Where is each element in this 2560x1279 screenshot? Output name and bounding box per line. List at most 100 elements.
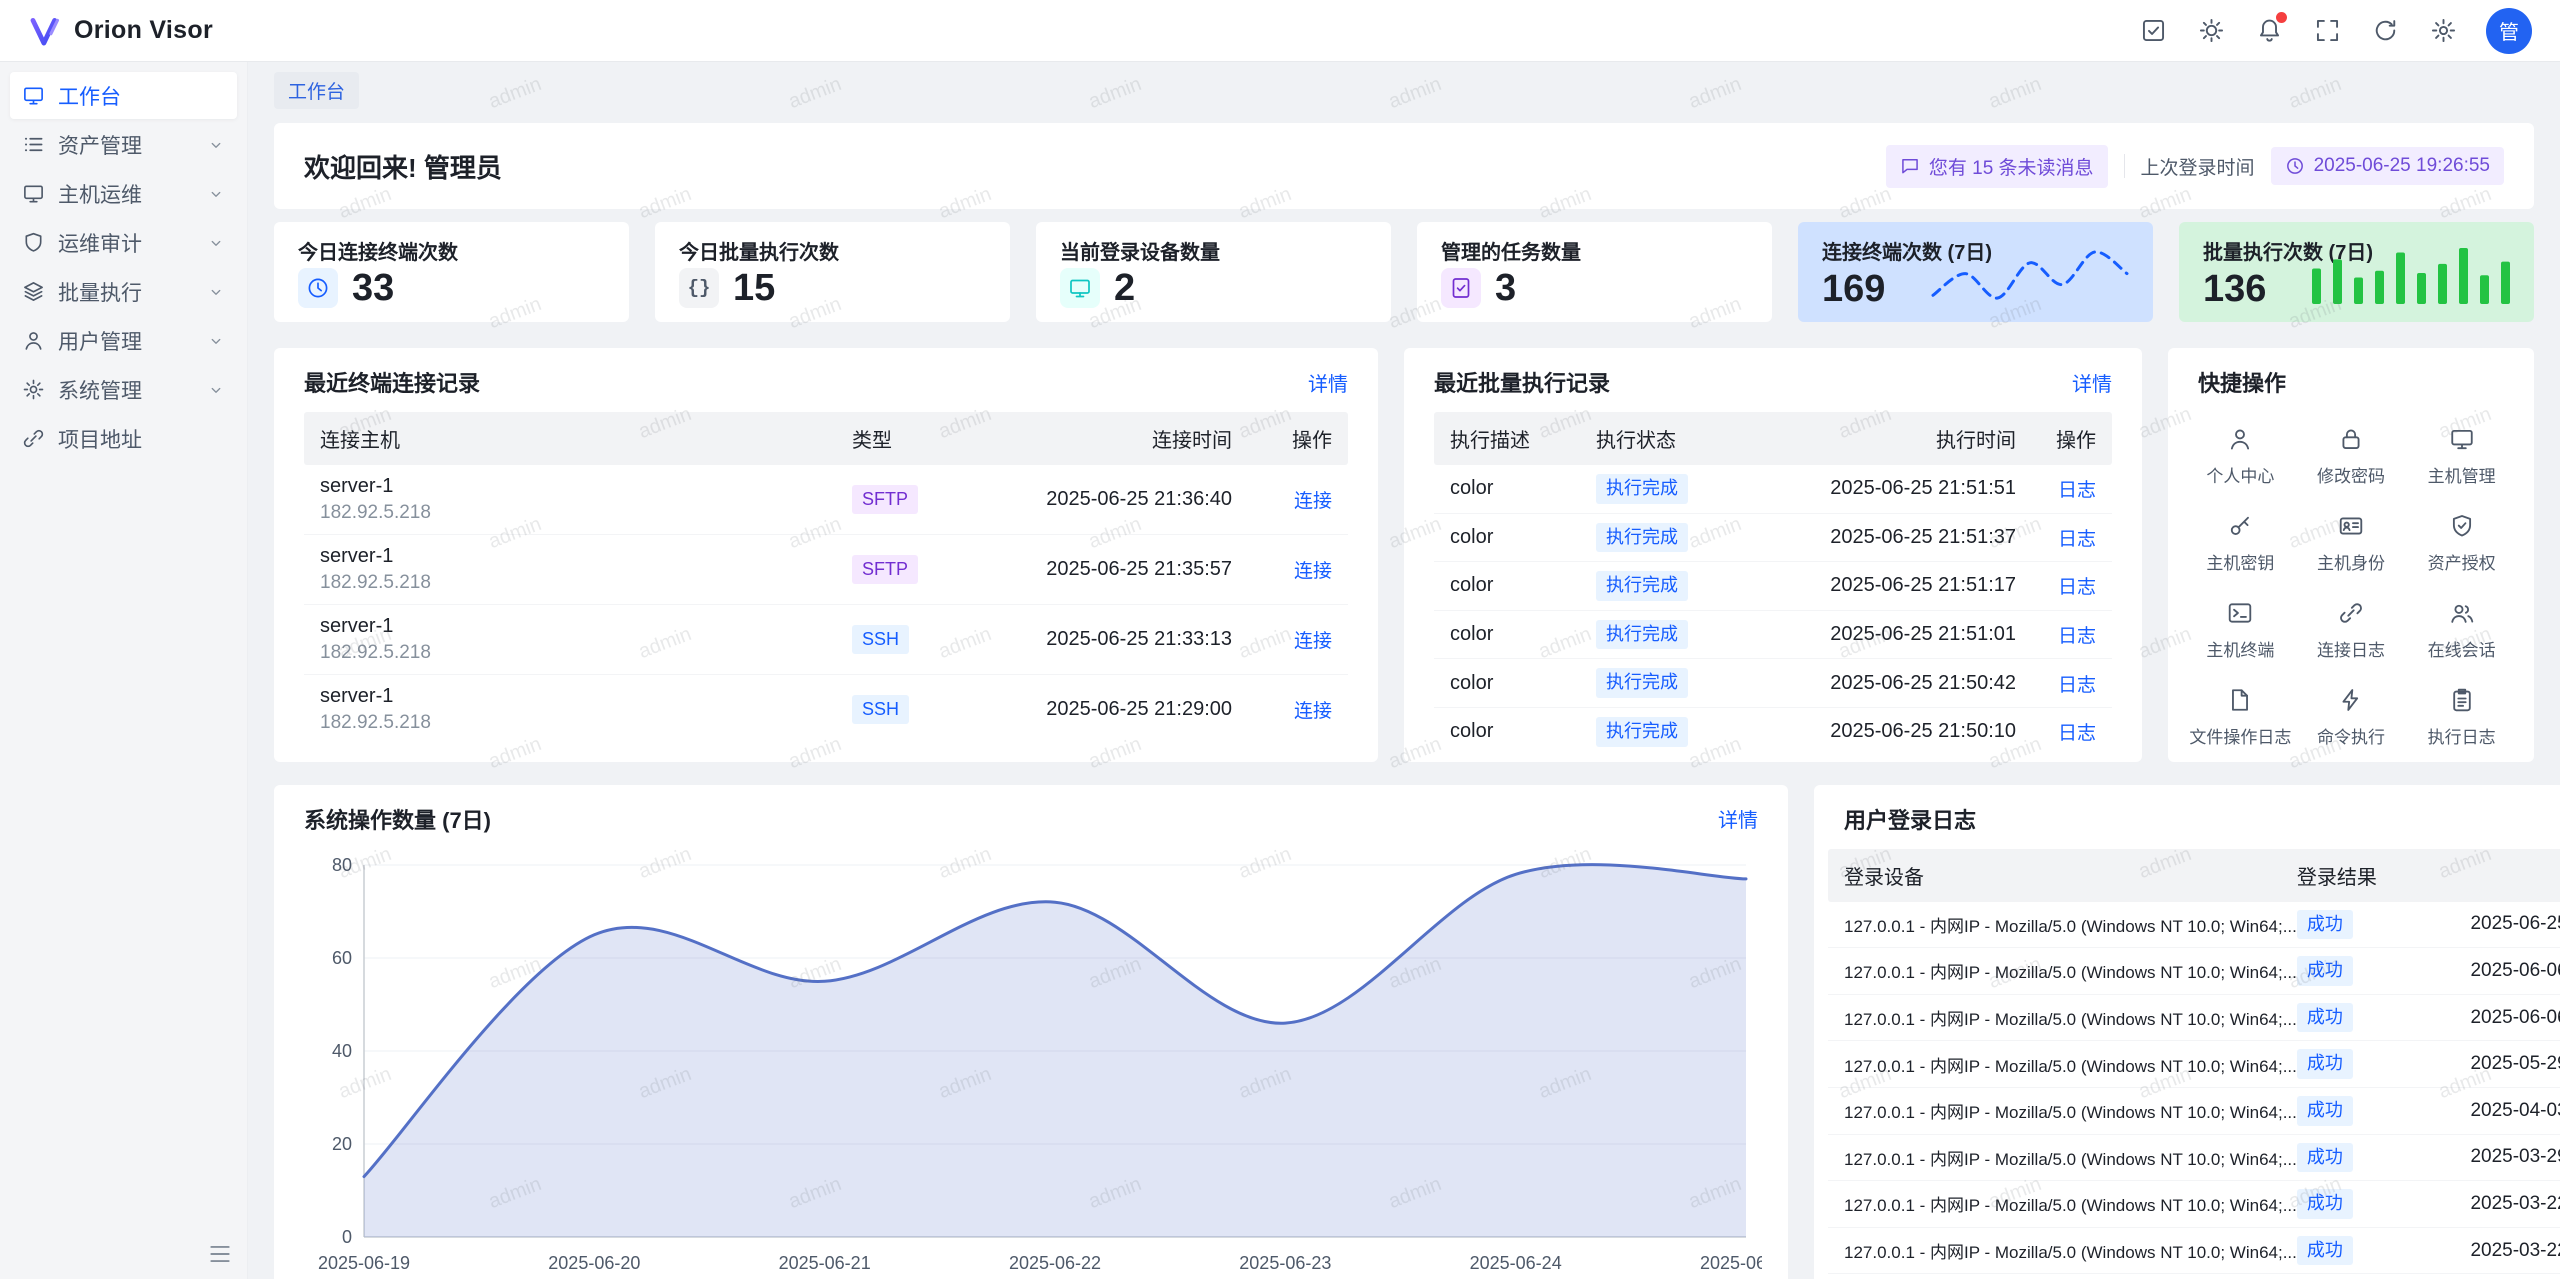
quick-op-file-op-log[interactable]: 文件操作日志 — [2188, 687, 2293, 748]
login-row: 127.0.0.1 - 内网IP - Mozilla/5.0 (Windows … — [1828, 902, 2560, 949]
sidebar-item-system[interactable]: 系统管理 — [10, 366, 237, 413]
settings-button[interactable] — [2428, 16, 2458, 46]
sidebar-item-batch[interactable]: 批量执行 — [10, 268, 237, 315]
login-device: 127.0.0.1 - 内网IP - Mozilla/5.0 (Windows … — [1844, 1005, 2297, 1030]
exec-status-tag: 执行完成 — [1596, 571, 1688, 601]
x-tick-label: 2025-06-22 — [1009, 1253, 1101, 1273]
login-row: 127.0.0.1 - 内网IP - Mozilla/5.0 (Windows … — [1828, 1041, 2560, 1088]
chevron-icon — [207, 283, 225, 301]
stat-label: 今日连接终端次数 — [298, 236, 605, 265]
stat-value: 15 — [733, 269, 775, 307]
login-logs-table: 登录设备登录结果登录时间127.0.0.1 - 内网IP - Mozilla/5… — [1828, 849, 2560, 1279]
quick-op-label: 主机密钥 — [2206, 549, 2274, 574]
stat-value: 3 — [1495, 269, 1516, 307]
login-device: 127.0.0.1 - 内网IP - Mozilla/5.0 (Windows … — [1844, 912, 2297, 937]
quick-ops-card: 快捷操作 个人中心修改密码主机管理主机密钥主机身份资产授权主机终端连接日志在线会… — [2168, 348, 2534, 762]
chevron-icon — [207, 234, 225, 252]
sidebar-item-audit[interactable]: 运维审计 — [10, 219, 237, 266]
system-ops-line-chart: 0204060802025-06-192025-06-202025-06-212… — [300, 851, 1762, 1279]
connect-link[interactable]: 连接 — [1294, 561, 1332, 582]
sidebar-item-workbench[interactable]: 工作台 — [10, 72, 237, 119]
login-device: 127.0.0.1 - 内网IP - Mozilla/5.0 (Windows … — [1844, 1098, 2297, 1123]
sidebar-item-label: 资产管理 — [58, 130, 194, 160]
login-time: 2025-06-25 19:26:55 — [2407, 913, 2560, 935]
app-root: Orion Visor 管 工作台资产管理主机运维运维审计批量执行用户管理系统管… — [0, 0, 2560, 1279]
quick-op-host-management[interactable]: 主机管理 — [2409, 426, 2514, 487]
login-row: 127.0.0.1 - 内网IP - Mozilla/5.0 (Windows … — [1828, 1088, 2560, 1135]
stat-icon-chip — [298, 268, 338, 308]
fullscreen-button[interactable] — [2312, 16, 2342, 46]
sidebar-item-users[interactable]: 用户管理 — [10, 317, 237, 364]
exec-time: 2025-06-25 21:51:51 — [1766, 477, 2016, 500]
y-tick-label: 60 — [332, 948, 352, 968]
main-content: adminadminadminadminadminadminadminadmin… — [248, 62, 2560, 1279]
quick-op-command-exec[interactable]: 命令执行 — [2299, 687, 2404, 748]
welcome-banner: 欢迎回来! 管理员 您有 15 条未读消息 上次登录时间 2025-06-25 … — [274, 123, 2534, 209]
sidebar-item-assets[interactable]: 资产管理 — [10, 121, 237, 168]
breadcrumb-item-workbench[interactable]: 工作台 — [274, 72, 359, 109]
terminal-records-card: 最近终端连接记录 详情 连接主机类型连接时间操作server-1182.92.5… — [274, 348, 1378, 762]
quick-op-host-key[interactable]: 主机密钥 — [2188, 513, 2293, 574]
connect-link[interactable]: 连接 — [1294, 631, 1332, 652]
log-link[interactable]: 日志 — [2058, 577, 2096, 598]
notifications-button[interactable] — [2254, 16, 2284, 46]
stat-card-managed-tasks: 管理的任务数量3 — [1417, 222, 1772, 322]
quick-op-host-terminal[interactable]: 主机终端 — [2188, 600, 2293, 661]
quick-op-personal-center[interactable]: 个人中心 — [2188, 426, 2293, 487]
chevron-icon — [207, 185, 225, 203]
divider — [2124, 154, 2125, 178]
gear-icon — [22, 378, 45, 401]
gear-icon — [2430, 17, 2457, 44]
protocol-tag: SSH — [852, 695, 909, 725]
terminal-detail-link[interactable]: 详情 — [1308, 368, 1348, 397]
clock-icon — [2285, 156, 2305, 176]
log-link[interactable]: 日志 — [2058, 723, 2096, 744]
quick-op-exec-log[interactable]: 执行日志 — [2409, 687, 2514, 748]
host-name: server-1 — [320, 615, 852, 638]
refresh-button[interactable] — [2370, 16, 2400, 46]
connect-link[interactable]: 连接 — [1294, 491, 1332, 512]
collapse-sidebar-button[interactable] — [207, 1241, 233, 1267]
log-link[interactable]: 日志 — [2058, 675, 2096, 696]
theme-button[interactable] — [2196, 16, 2226, 46]
x-tick-label: 2025-06-25 — [1700, 1253, 1762, 1273]
batch-detail-link[interactable]: 详情 — [2072, 368, 2112, 397]
batch-table: 执行描述执行状态执行时间操作color执行完成2025-06-25 21:51:… — [1434, 412, 2112, 756]
system-ops-chart-title: 系统操作数量 (7日) — [304, 803, 491, 835]
sidebar-item-project[interactable]: 项目地址 — [10, 415, 237, 462]
sidebar-item-host-ops[interactable]: 主机运维 — [10, 170, 237, 217]
monitor-icon — [22, 182, 45, 205]
log-link[interactable]: 日志 — [2058, 480, 2096, 501]
quick-op-label: 主机管理 — [2428, 462, 2496, 487]
link-icon — [22, 427, 45, 450]
quick-op-online-session[interactable]: 在线会话 — [2409, 600, 2514, 661]
exec-status-tag: 执行完成 — [1596, 668, 1688, 698]
log-link[interactable]: 日志 — [2058, 626, 2096, 647]
host-ip: 182.92.5.218 — [320, 642, 852, 664]
log-link[interactable]: 日志 — [2058, 529, 2096, 550]
terminal-table: 连接主机类型连接时间操作server-1182.92.5.218SFTP2025… — [304, 412, 1348, 744]
login-time: 2025-06-06 15:54:26 — [2407, 1007, 2560, 1029]
brand: Orion Visor — [28, 14, 213, 48]
tasks-button[interactable] — [2138, 16, 2168, 46]
connect-link[interactable]: 连接 — [1294, 701, 1332, 722]
quick-op-change-password[interactable]: 修改密码 — [2299, 426, 2404, 487]
quick-op-connect-log[interactable]: 连接日志 — [2299, 600, 2404, 661]
stat-icon-chip: {} — [679, 268, 719, 308]
batch-row: color执行完成2025-06-25 21:51:51日志 — [1434, 465, 2112, 514]
y-tick-label: 0 — [342, 1227, 352, 1247]
quick-op-host-identity[interactable]: 主机身份 — [2299, 513, 2404, 574]
user-avatar[interactable]: 管 — [2486, 8, 2532, 54]
host-name: server-1 — [320, 685, 852, 708]
chart-detail-link[interactable]: 详情 — [1718, 804, 1758, 833]
breadcrumb: 工作台 — [274, 72, 2534, 109]
exec-description: color — [1450, 574, 1596, 597]
login-result-tag: 成功 — [2297, 956, 2353, 986]
unread-messages-badge[interactable]: 您有 15 条未读消息 — [1886, 145, 2108, 188]
x-tick-label: 2025-06-21 — [779, 1253, 871, 1273]
app-logo-icon — [28, 14, 62, 48]
exec-status-tag: 执行完成 — [1596, 474, 1688, 504]
refresh-icon — [2372, 17, 2399, 44]
quick-op-asset-grant[interactable]: 资产授权 — [2409, 513, 2514, 574]
login-device: 127.0.0.1 - 内网IP - Mozilla/5.0 (Windows … — [1844, 958, 2297, 983]
